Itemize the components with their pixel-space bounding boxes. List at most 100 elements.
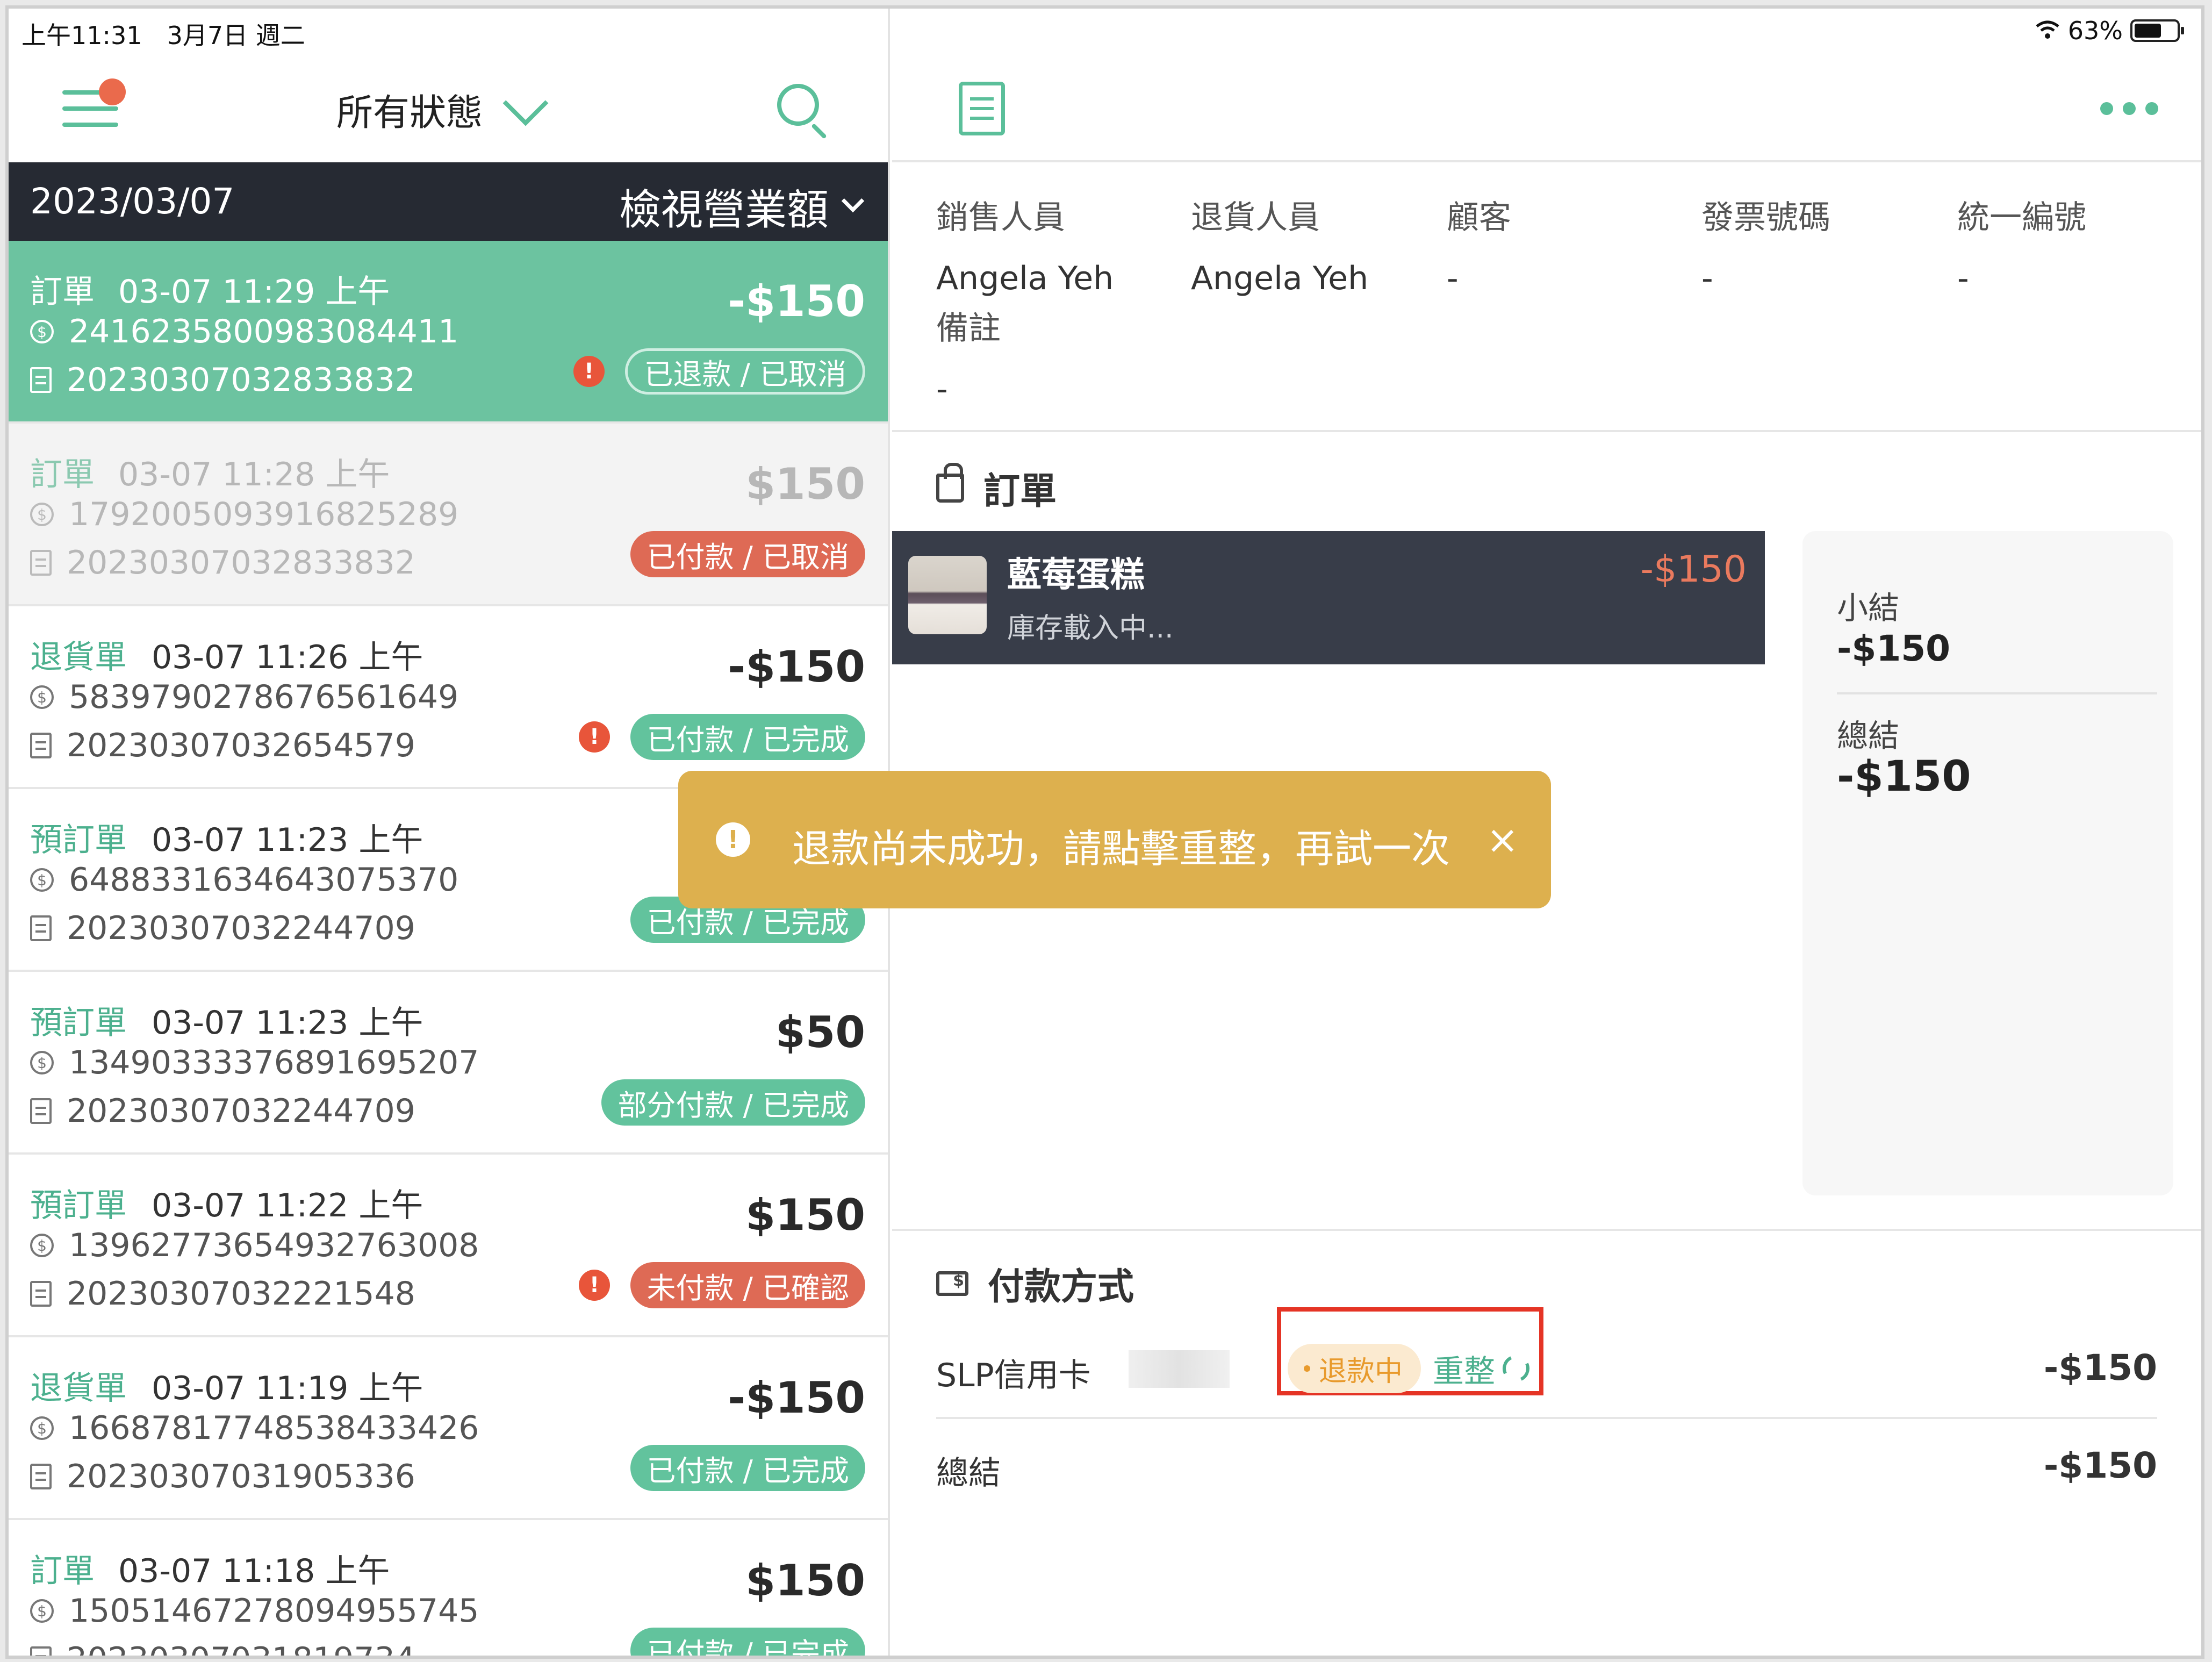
invoice-number: 20230307031819734 [67,1640,415,1656]
order-type: 預訂單 [30,821,127,859]
receipt-icon [30,1098,52,1124]
sales-staff-value: Angela Yeh [936,260,1114,297]
date-label: 2023/03/07 [30,181,235,222]
refresh-icon [1498,1351,1534,1386]
order-type: 訂單 [30,273,95,311]
status-filter-label: 所有狀態 [336,92,483,134]
order-type: 訂單 [30,1552,95,1590]
product-row[interactable]: 藍莓蛋糕 庫存載入中... -$150 [892,531,1765,664]
receipt-icon [30,1281,52,1307]
date-bar: 2023/03/07 檢視營業額 [9,162,888,241]
transaction-id: 1505146727809495574​5 [69,1592,479,1630]
order-amount: -$150 [728,276,865,326]
order-list-item[interactable]: 退貨單 03-07 11:19 上午 $1668781774853843342​6 2… [9,1337,888,1520]
view-revenue-label: 檢視營業額 [619,186,829,234]
order-time: 03-07 11:29 上午 [118,273,390,311]
order-type: 退貨單 [30,639,127,676]
customer-value: - [1447,260,1459,297]
order-list-item[interactable]: 退貨單 03-07 11:26 上午 $5839790278676561649 202… [9,606,888,789]
transaction-id: 1668781774853843342​6 [69,1409,479,1447]
invoice-number: 20230307032654579 [67,727,415,764]
search-icon[interactable] [777,84,831,139]
clipboard-icon[interactable] [959,82,1005,135]
note-field: 備註 - [936,302,1001,408]
invoice-value: - [1701,260,1713,297]
invoice-field: 發票號碼 - [1701,191,1830,297]
payment-total-label: 總結 [936,1455,1001,1492]
error-toast: ! 退款尚未成功，請點擊重整，再試一次 × [678,771,1551,908]
note-label: 備註 [936,310,1001,347]
divider [936,1417,2157,1419]
retry-button[interactable]: 重整 [1433,1346,1534,1391]
shopping-bag-icon [936,462,964,503]
warning-icon: ! [579,1270,610,1301]
order-status-badge: 已付款 / 已完成 [630,1628,865,1656]
transaction-id: 1792005093916825289 [69,496,459,533]
order-time: 03-07 11:18 上午 [118,1552,390,1590]
close-icon[interactable]: × [1486,817,1519,862]
status-filter[interactable]: 所有狀態 [336,80,549,136]
customer-label: 顧客 [1447,199,1511,237]
order-amount: $150 [745,1556,865,1606]
view-revenue-button[interactable]: 檢視營業額 [619,176,865,237]
payment-amount: -$150 [2043,1347,2157,1388]
invoice-number: 20230307032244709 [67,909,415,947]
order-list-item[interactable]: 預訂單 03-07 11:23 上午 $1349033337689169520​7 2… [9,972,888,1155]
coin-icon: $ [30,1599,54,1623]
subtotal-label: 小結 [1837,590,1900,626]
note-value: - [936,370,948,408]
refund-status-badge: 退款中 [1288,1344,1421,1393]
warning-icon: ! [579,721,610,753]
chevron-down-icon [502,80,549,126]
invoice-number: 20230307031905336 [67,1458,415,1495]
menu-icon[interactable] [62,78,126,128]
order-status-badge: 未付款 / 已確認 [630,1262,865,1308]
order-amount: $50 [775,1007,865,1057]
app-window: 上午11:31 3月7日 週二 63% 所有狀態 2023/03/07 檢視營業… [5,5,2204,1659]
tax-id-label: 統一編號 [1957,199,2086,237]
order-status-badge: 已付款 / 已完成 [630,1445,865,1491]
payment-title: 付款方式 [988,1266,1134,1308]
summary-card: 小結 -$150 總結 -$150 [1802,531,2173,1195]
subtotal-value: -$150 [1837,628,1951,669]
payment-total-value: -$150 [2043,1445,2157,1486]
customer-field: 顧客 - [1447,191,1511,297]
divider [1837,692,2157,694]
chevron-down-icon [841,189,865,213]
transaction-id: 2416235800983084411 [69,313,459,350]
order-list-item[interactable]: 預訂單 03-07 11:22 上午 $1396277365493276300​8 2… [9,1155,888,1337]
coin-icon: $ [30,868,54,892]
coin-icon: $ [30,503,54,526]
order-status-badge: 已付款 / 已取消 [630,531,865,577]
payment-section-title: 付款方式 [936,1257,1134,1310]
sales-staff-label: 銷售人員 [936,199,1065,237]
invoice-number: 20230307032833832 [67,361,415,399]
list-header: 所有狀態 [9,57,888,162]
product-name: 藍莓蛋糕 [1007,555,1145,595]
transaction-id: 6488331634643075370 [69,861,459,899]
coin-icon: $ [30,1416,54,1440]
order-section-title: 訂單 [936,461,1057,514]
notification-dot [99,78,126,105]
order-time: 03-07 11:23 上午 [152,1004,423,1042]
retry-label: 重整 [1433,1353,1496,1389]
order-list-item[interactable]: 訂單 03-07 11:29 上午 $2416235800983084411 2023… [9,241,888,424]
order-amount: -$150 [728,1373,865,1423]
coin-icon: $ [30,1051,54,1074]
receipt-icon [30,733,52,758]
order-time: 03-07 11:22 上午 [152,1187,423,1224]
order-type: 預訂單 [30,1187,127,1224]
order-list-item[interactable]: 訂單 03-07 11:28 上午 $1792005093916825289 2023… [9,424,888,606]
warning-icon: ! [573,356,605,387]
coin-icon: $ [30,1234,54,1257]
receipt-icon [30,1464,52,1489]
product-stock: 庫存載入中... [1007,612,1174,644]
more-options-icon[interactable] [2100,102,2158,115]
receipt-icon [30,915,52,941]
order-type: 預訂單 [30,1004,127,1042]
return-staff-field: 退貨人員 Angela Yeh [1191,191,1368,297]
order-list-item[interactable]: 訂單 03-07 11:18 上午 $1505146727809495574​5 20… [9,1520,888,1656]
receipt-icon [30,367,52,393]
payment-method: SLP信用卡 [936,1357,1091,1394]
coin-icon: $ [30,320,54,343]
